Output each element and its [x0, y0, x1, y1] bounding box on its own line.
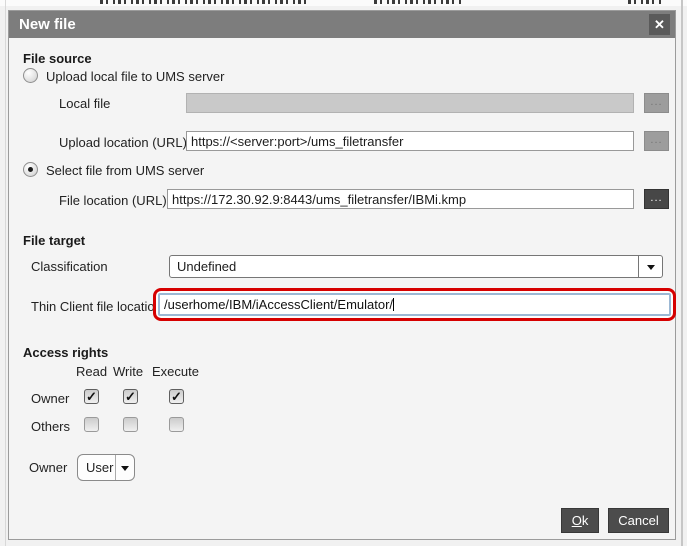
radio-select-from-ums-label[interactable]: Select file from UMS server: [46, 163, 204, 178]
dialog-title: New file: [19, 16, 76, 33]
owner-row-label: Owner: [31, 391, 70, 406]
file-source-heading: File source: [23, 51, 92, 66]
column-header-execute: Execute: [152, 364, 199, 379]
column-header-read: Read: [76, 364, 108, 379]
text-caret: [393, 298, 395, 311]
others-row-label: Others: [31, 419, 71, 434]
owner-execute-checkbox[interactable]: ✓: [169, 389, 184, 404]
owner-write-checkbox[interactable]: ✓: [123, 389, 138, 404]
classification-value: Undefined: [177, 259, 237, 274]
thin-client-location-input[interactable]: /userhome/IBM/iAccessClient/Emulator/: [158, 293, 671, 316]
classification-arrow-button[interactable]: [638, 256, 662, 277]
radio-upload-local-file[interactable]: [23, 68, 38, 83]
classification-label: Classification: [31, 259, 108, 274]
ok-button-label: Ok: [571, 513, 589, 528]
others-read-checkbox[interactable]: [84, 417, 99, 432]
radio-select-from-ums[interactable]: [23, 162, 38, 177]
access-rights-heading: Access rights: [23, 345, 109, 360]
thin-client-location-value: /userhome/IBM/iAccessClient/Emulator/: [164, 297, 394, 312]
owner-read-checkbox[interactable]: ✓: [84, 389, 99, 404]
upload-location-browse-button: ...: [644, 131, 669, 151]
owner-select-value: User: [86, 460, 114, 475]
others-execute-checkbox[interactable]: [169, 417, 184, 432]
background-panel-border: [5, 0, 6, 546]
classification-select[interactable]: Undefined: [169, 255, 663, 278]
file-location-browse-button[interactable]: ...: [644, 189, 669, 209]
dialog-titlebar: New file ✕: [9, 11, 675, 38]
upload-location-label: Upload location (URL): [59, 135, 187, 150]
chevron-down-icon: [646, 264, 655, 270]
upload-location-input[interactable]: [186, 131, 634, 151]
cancel-button[interactable]: Cancel: [608, 508, 669, 533]
local-file-input: [186, 93, 634, 113]
close-button[interactable]: ✕: [649, 14, 670, 35]
clipped-background-text: [628, 0, 664, 4]
radio-upload-local-file-label[interactable]: Upload local file to UMS server: [46, 69, 224, 84]
local-file-browse-button: ...: [644, 93, 669, 113]
red-highlight-annotation: /userhome/IBM/iAccessClient/Emulator/: [153, 288, 676, 321]
column-header-write: Write: [113, 364, 144, 379]
others-write-checkbox[interactable]: [123, 417, 138, 432]
file-target-heading: File target: [23, 233, 86, 248]
new-file-dialog: New file ✕ File source Upload local file…: [8, 10, 676, 540]
owner-select-label: Owner: [29, 460, 68, 475]
file-location-input[interactable]: [167, 189, 634, 209]
file-location-label: File location (URL): [59, 193, 167, 208]
cancel-button-label: Cancel: [618, 513, 659, 528]
background-panel-border: [681, 0, 683, 546]
owner-select-arrow-button[interactable]: [115, 455, 134, 480]
clipped-background-text: [100, 0, 306, 4]
close-icon: ✕: [654, 17, 665, 32]
local-file-label: Local file: [59, 96, 111, 111]
chevron-down-icon: [121, 465, 129, 471]
owner-select[interactable]: User: [77, 454, 135, 481]
thin-client-location-label: Thin Client file location: [31, 299, 162, 314]
clipped-background-text: [374, 0, 462, 4]
ok-button[interactable]: Ok: [561, 508, 599, 533]
